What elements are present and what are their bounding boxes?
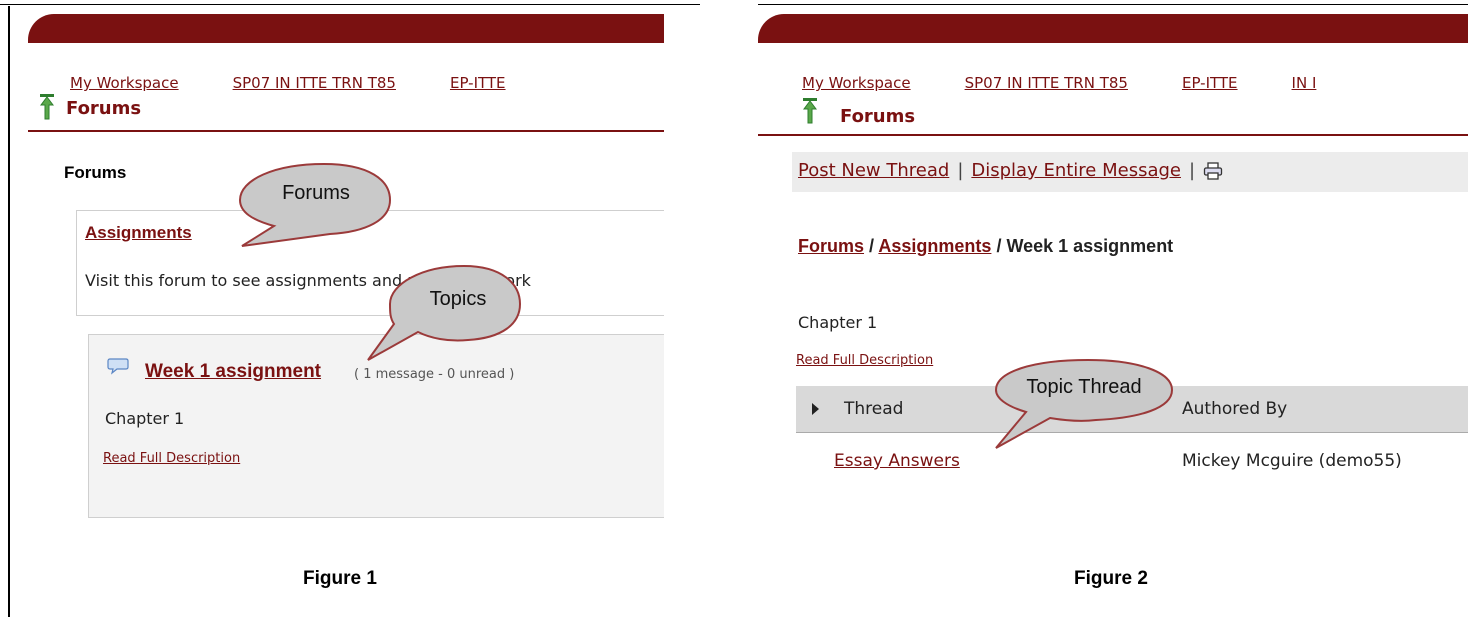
callout-topic-thread-label: Topic Thread [1026,376,1142,398]
forums-heading: Forums [64,163,127,182]
site-nav: My Workspace SP07 IN ITTE TRN T85 EP-ITT… [758,43,1468,92]
thread-title-link[interactable]: Essay Answers [834,451,960,471]
callout-topics-label: Topics [429,288,487,310]
forum-title-link[interactable]: Assignments [85,223,192,243]
tool-title-bar: Forums [28,90,664,132]
display-entire-message-link[interactable]: Display Entire Message [971,160,1181,181]
document-frame-top-right [758,4,1468,5]
callout-forums: Forums [234,160,414,260]
callout-forums-label: Forums [282,182,350,204]
caption-figure-1: Figure 1 [303,568,377,589]
expand-arrow-icon[interactable] [812,403,819,415]
breadcrumb-current: / Week 1 assignment [996,236,1174,256]
caption-figure-2: Figure 2 [1074,568,1148,589]
speech-bubble-icon [107,358,129,375]
topic-title-link[interactable]: Week 1 assignment [145,361,321,383]
document-frame-top-left [0,4,700,5]
tool-title: Forums [66,98,142,119]
toolbar-separator: | [1189,160,1196,181]
topic-description: Chapter 1 [798,313,878,332]
printer-icon[interactable] [1203,161,1223,180]
up-arrow-icon[interactable] [802,98,818,124]
breadcrumb-separator: / [869,236,875,256]
column-header-thread[interactable]: Thread [844,399,903,419]
callout-topics: Topics [364,262,534,366]
topic-description: Chapter 1 [105,409,185,428]
breadcrumb: Forums / Assignments / Week 1 assignment [798,236,1173,257]
column-header-authored-by[interactable]: Authored By [1182,399,1287,419]
figure-2-screenshot: My Workspace SP07 IN ITTE TRN T85 EP-ITT… [758,14,1468,524]
tool-title-bar: Forums [758,94,1468,136]
site-nav: My Workspace SP07 IN ITTE TRN T85 EP-ITT… [28,43,664,92]
post-new-thread-link[interactable]: Post New Thread [798,160,949,181]
read-full-description-link[interactable]: Read Full Description [796,353,933,368]
message-toolbar: Post New Thread | Display Entire Message… [792,152,1468,192]
read-full-description-link[interactable]: Read Full Description [103,451,240,466]
up-arrow-icon[interactable] [39,94,55,120]
document-frame-left [8,6,10,617]
callout-topic-thread: Topic Thread [988,356,1188,454]
breadcrumb-forums[interactable]: Forums [798,236,864,256]
message-count: ( 1 message - 0 unread ) [354,367,515,382]
breadcrumb-assignments[interactable]: Assignments [878,236,991,256]
figure-1-screenshot: My Workspace SP07 IN ITTE TRN T85 EP-ITT… [28,14,664,534]
thread-author: Mickey Mcguire (demo55) [1182,451,1402,471]
tool-title: Forums [840,106,916,127]
toolbar-separator: | [957,160,964,181]
